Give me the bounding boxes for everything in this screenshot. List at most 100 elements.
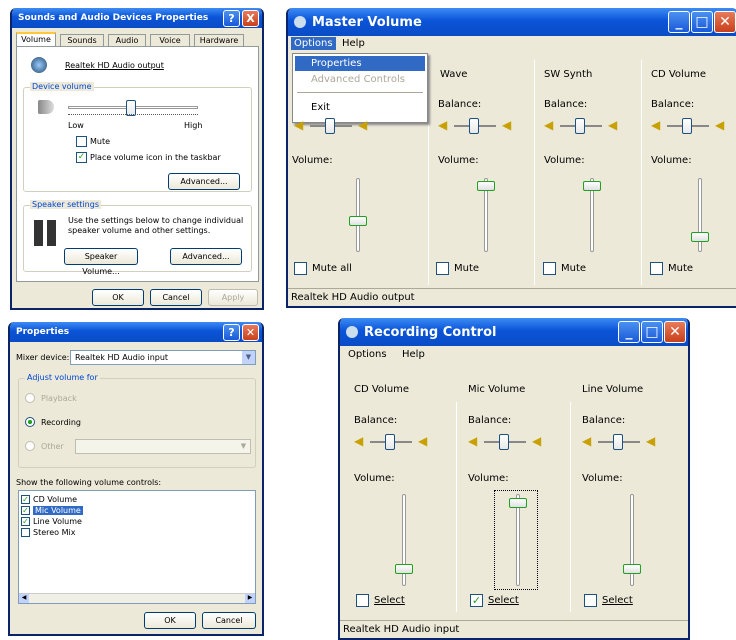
list-item[interactable]: ✓ Line Volume — [21, 517, 111, 527]
device-volume-slider[interactable] — [68, 98, 198, 118]
volume-slider-thumb[interactable] — [349, 216, 367, 227]
other-radio[interactable] — [25, 441, 35, 451]
speaker-left-icon: ◀ — [354, 434, 364, 448]
low-label: Low — [68, 121, 84, 130]
speaker-advanced-button[interactable]: Advanced... — [170, 248, 242, 265]
list-item[interactable]: ✓ CD Volume — [21, 495, 111, 505]
mute-label: Mute — [561, 263, 587, 274]
ok-button[interactable]: OK — [144, 612, 196, 629]
select-checkbox[interactable] — [356, 594, 369, 607]
recording-control-window: Recording Control _ □ ✕ Options Help CD … — [338, 318, 690, 640]
balance-slider-thumb[interactable] — [469, 118, 479, 134]
device-advanced-button[interactable]: Advanced... — [168, 173, 240, 190]
chevron-down-icon[interactable]: ▼ — [242, 351, 255, 364]
balance-slider-thumb[interactable] — [385, 434, 395, 450]
balance-label: Balance: — [438, 99, 482, 110]
list-item[interactable]: Stereo Mix — [21, 528, 111, 538]
close-button[interactable]: ✕ — [664, 321, 686, 343]
menu-help[interactable]: Help — [342, 38, 365, 49]
cancel-button[interactable]: Cancel — [150, 289, 202, 306]
balance-slider-thumb[interactable] — [682, 118, 692, 134]
volume-slider-thumb[interactable] — [623, 563, 641, 574]
volume-slider[interactable] — [356, 178, 360, 252]
menu-item-properties[interactable]: Properties — [295, 56, 425, 71]
mixer-device-select[interactable]: Realtek HD Audio input ▼ — [70, 350, 256, 365]
volume-slider-thumb[interactable] — [477, 181, 495, 192]
other-device-select[interactable]: ▼ — [75, 439, 251, 454]
controls-list[interactable]: ◀ ▶ ✓ CD Volume ✓ Mic Volume ✓ Line Volume Ste… — [18, 490, 256, 604]
control-checkbox[interactable] — [21, 528, 30, 537]
control-checkbox[interactable]: ✓ — [21, 495, 30, 504]
mute-checkbox[interactable] — [543, 262, 556, 275]
mute-all-checkbox[interactable] — [294, 262, 307, 275]
mute-checkbox[interactable] — [76, 136, 87, 147]
menu-item-exit[interactable]: Exit — [295, 100, 425, 115]
scroll-left-icon[interactable]: ◀ — [19, 594, 29, 603]
close-button[interactable]: ✕ — [242, 324, 259, 341]
volume-label: Volume: — [651, 155, 692, 166]
speaker-left-icon: ◀ — [294, 118, 304, 132]
volume-slider-thumb[interactable] — [395, 563, 413, 574]
select-label: Select — [374, 595, 405, 606]
tab-audio[interactable]: Audio — [108, 34, 146, 46]
speaker-settings-group: Speaker settings Use the settings below … — [23, 200, 252, 276]
close-button[interactable]: ✕ — [714, 11, 736, 33]
playback-label: Playback — [41, 394, 77, 403]
balance-label: Balance: — [651, 99, 695, 110]
tab-sounds[interactable]: Sounds — [60, 34, 104, 46]
minimize-button[interactable]: _ — [618, 321, 640, 343]
list-item[interactable]: ✓ Mic Volume — [21, 506, 111, 516]
select-checkbox[interactable]: ✓ — [470, 594, 483, 607]
balance-label: Balance: — [354, 415, 398, 426]
speaker-right-icon: ◀ — [608, 118, 618, 132]
cancel-button[interactable]: Cancel — [202, 612, 256, 629]
horizontal-scrollbar[interactable]: ◀ ▶ — [19, 593, 255, 603]
menu-help[interactable]: Help — [402, 349, 425, 360]
apply-button[interactable]: Apply — [208, 289, 258, 306]
minimize-button[interactable]: _ — [668, 11, 690, 33]
balance-slider-thumb[interactable] — [499, 434, 509, 450]
speaker-volume-button[interactable]: Speaker Volume... — [64, 248, 138, 276]
high-label: High — [184, 121, 203, 130]
mute-checkbox[interactable] — [436, 262, 449, 275]
volume-slider-thumb[interactable] — [583, 181, 601, 192]
balance-slider-thumb[interactable] — [613, 434, 623, 450]
recording-radio[interactable] — [25, 417, 35, 427]
menu-bar: Options Help — [288, 36, 736, 54]
control-checkbox[interactable]: ✓ — [21, 517, 30, 526]
place-icon-checkbox[interactable]: ✓ — [76, 152, 87, 163]
mute-label: Mute — [454, 263, 480, 274]
column-micvolume-title: Mic Volume — [468, 384, 526, 395]
help-button[interactable]: ? — [223, 324, 240, 341]
menu-options[interactable]: Options — [348, 349, 387, 360]
column-wave-title: Wave — [440, 69, 468, 80]
control-checkbox[interactable]: ✓ — [21, 506, 30, 515]
volume-slider-thumb[interactable] — [509, 498, 527, 509]
device-volume-group: Device volume Low High Mute ✓ Place volu… — [23, 82, 252, 192]
column-cdvolume-title: CD Volume — [354, 384, 410, 395]
menu-bar: Options Help — [340, 346, 688, 364]
playback-radio[interactable] — [25, 393, 35, 403]
help-button[interactable]: ? — [223, 10, 240, 27]
volume-label: Volume: — [438, 155, 479, 166]
title-bar: Master Volume _ □ ✕ — [288, 8, 736, 36]
select-checkbox[interactable] — [584, 594, 597, 607]
maximize-button[interactable]: □ — [641, 321, 663, 343]
speaker-right-icon: ◀ — [715, 118, 725, 132]
tab-volume[interactable]: Volume — [16, 32, 56, 46]
chevron-down-icon[interactable]: ▼ — [237, 440, 250, 453]
balance-label: Balance: — [582, 415, 626, 426]
speaker-right-icon: ◀ — [532, 434, 542, 448]
tab-hardware[interactable]: Hardware — [194, 34, 244, 46]
close-button[interactable]: X — [242, 10, 259, 27]
mute-checkbox[interactable] — [650, 262, 663, 275]
scroll-right-icon[interactable]: ▶ — [245, 594, 255, 603]
balance-slider-thumb[interactable] — [575, 118, 585, 134]
menu-item-advanced-controls[interactable]: Advanced Controls — [295, 72, 425, 87]
balance-slider-thumb[interactable] — [325, 118, 335, 134]
tab-voice[interactable]: Voice — [150, 34, 190, 46]
ok-button[interactable]: OK — [92, 289, 144, 306]
volume-slider-thumb[interactable] — [691, 232, 709, 243]
menu-options[interactable]: Options — [291, 37, 336, 50]
maximize-button[interactable]: □ — [691, 11, 713, 33]
